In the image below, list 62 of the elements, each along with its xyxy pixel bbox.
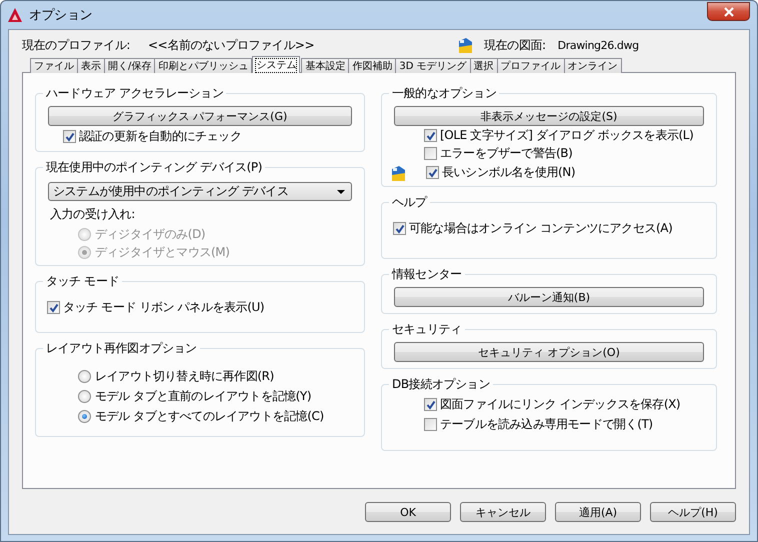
radio-button[interactable] xyxy=(78,390,91,403)
push-button[interactable]: グラフィックス パフォーマンス(G) xyxy=(48,106,352,126)
push-button[interactable]: OK xyxy=(365,502,451,522)
tab[interactable]: 表示 xyxy=(77,58,105,73)
group-title: 一般的なオプション xyxy=(391,85,498,102)
checkbox[interactable] xyxy=(424,129,437,142)
checkbox[interactable] xyxy=(424,418,437,431)
app-logo-icon xyxy=(7,7,23,23)
tab[interactable]: プロファイル xyxy=(496,58,565,73)
group-title: ヘルプ xyxy=(391,194,428,211)
tab[interactable]: システム xyxy=(252,56,300,73)
tab[interactable]: 選択 xyxy=(470,58,498,73)
tab[interactable]: 3D モデリング xyxy=(395,58,471,73)
group-title: レイアウト再作図オプション xyxy=(45,340,198,357)
checkbox-label[interactable]: 図面ファイルにリンク インデックスを保存(X) xyxy=(440,396,680,413)
field-value: <<名前のないプロファイル>> xyxy=(148,36,316,54)
group-title: 現在使用中のポインティング デバイス(P) xyxy=(45,159,264,176)
push-button[interactable]: バルーン通知(B) xyxy=(394,287,704,307)
radio-button[interactable] xyxy=(78,410,91,423)
checkbox-label[interactable]: 認証の更新を自動的にチェック xyxy=(79,128,242,145)
radio-button[interactable] xyxy=(78,370,91,383)
tab[interactable]: オンライン xyxy=(564,58,622,73)
field-label: 入力の受け入れ: xyxy=(50,206,136,223)
checkbox[interactable] xyxy=(63,130,76,143)
group-title: セキュリティ xyxy=(391,321,463,338)
radio-label[interactable]: モデル タブとすべてのレイアウトを記憶(C) xyxy=(95,408,324,425)
tab[interactable]: ファイル xyxy=(30,58,78,73)
checkbox[interactable] xyxy=(424,398,437,411)
checkbox[interactable] xyxy=(426,166,439,179)
tab[interactable]: 作図補助 xyxy=(348,58,396,73)
checkbox-label[interactable]: テーブルを読み込み専用モードで開く(T) xyxy=(440,416,653,433)
window-title: オプション xyxy=(29,7,92,24)
close-icon xyxy=(724,6,734,16)
checkbox-label[interactable]: エラーをブザーで警告(B) xyxy=(440,145,572,162)
drawing-file-icon xyxy=(456,35,474,55)
push-button[interactable]: 非表示メッセージの設定(S) xyxy=(394,106,704,126)
caret-icon xyxy=(337,190,345,194)
checkbox-label[interactable]: 長いシンボル名を使用(N) xyxy=(442,164,576,181)
checkbox[interactable] xyxy=(393,222,406,235)
push-button[interactable]: ヘルプ(H) xyxy=(650,502,736,522)
checkbox-label[interactable]: [OLE 文字サイズ] ダイアログ ボックスを表示(L) xyxy=(440,127,694,144)
close-button[interactable] xyxy=(707,2,750,21)
group-title: ハードウェア アクセラレーション xyxy=(45,85,224,102)
tab[interactable]: 基本設定 xyxy=(301,58,350,73)
field-label: 現在の図面: xyxy=(484,36,546,54)
push-button[interactable]: キャンセル xyxy=(460,502,546,522)
tab[interactable]: 開く/保存 xyxy=(104,58,156,73)
checkbox-label[interactable]: タッチ モード リボン パネルを表示(U) xyxy=(63,299,264,316)
field-label: 現在のプロファイル: xyxy=(22,36,132,54)
group-title: DB接続オプション xyxy=(391,376,491,393)
checkbox[interactable] xyxy=(424,147,437,160)
group-title: 情報センター xyxy=(390,266,463,283)
field-value: Drawing26.dwg xyxy=(558,38,639,52)
dropdown[interactable]: システムが使用中のポインティング デバイス xyxy=(48,182,352,201)
radio-label[interactable]: モデル タブと直前のレイアウトを記憶(Y) xyxy=(95,388,312,405)
push-button[interactable]: 適用(A) xyxy=(555,502,641,522)
checkbox-label[interactable]: 可能な場合はオンライン コンテンツにアクセス(A) xyxy=(409,220,672,237)
tab[interactable]: 印刷とパブリッシュ xyxy=(154,58,252,73)
radio-label[interactable]: レイアウト切り替え時に再作図(R) xyxy=(95,368,274,385)
group-title: タッチ モード xyxy=(45,273,120,290)
push-button[interactable]: セキュリティ オプション(O) xyxy=(394,342,704,362)
checkbox[interactable] xyxy=(47,301,60,314)
